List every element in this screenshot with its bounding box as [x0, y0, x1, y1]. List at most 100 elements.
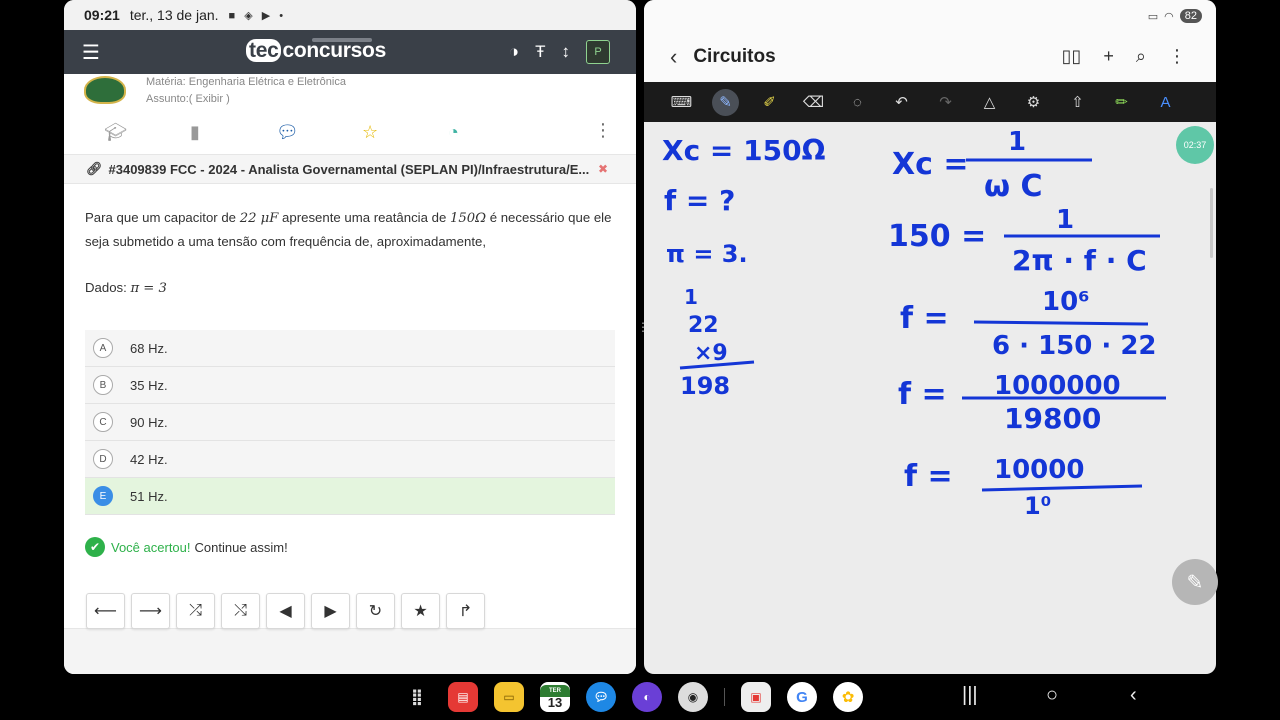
option-d[interactable]: D 42 Hz.: [85, 441, 615, 478]
option-letter: A: [93, 338, 113, 358]
recents-nav-icon[interactable]: |||: [962, 684, 978, 707]
app-browser-icon[interactable]: ◐: [632, 682, 662, 712]
font-size-icon[interactable]: Ŧ: [535, 42, 545, 62]
highlighter-icon[interactable]: ✐: [756, 89, 783, 116]
assunto-text[interactable]: Assunto:( Exibir ): [146, 91, 636, 108]
app-drawer-icon[interactable]: ⣿: [402, 682, 432, 712]
materia-text: Matéria: Engenharia Elétrica e Eletrônic…: [146, 76, 346, 88]
app-photos-pinwheel-icon[interactable]: ✿: [833, 682, 863, 712]
handwriting-canvas[interactable]: Xc = 150Ω f = ? π = 3. 1 22 ×9 198 Xc = …: [644, 122, 1216, 674]
refresh-icon[interactable]: ↻: [356, 593, 395, 629]
close-icon[interactable]: ✖: [598, 162, 608, 176]
redo-icon[interactable]: ↷: [932, 89, 959, 116]
pen-settings-icon[interactable]: ⚙: [1020, 89, 1047, 116]
comments-icon[interactable]: 💬︎: [276, 122, 362, 143]
more-vert-icon[interactable]: ⋮: [594, 120, 612, 141]
chevron-left-icon[interactable]: ‹: [670, 44, 677, 70]
green-marker-icon[interactable]: ✏: [1108, 89, 1135, 116]
add-icon[interactable]: +: [1103, 46, 1114, 67]
app-notes-red-icon[interactable]: ▤: [448, 682, 478, 712]
battery-level: 82: [1179, 9, 1202, 23]
split-screen-divider-handle[interactable]: ⋮: [637, 321, 649, 348]
pen-up-icon[interactable]: ⇧: [1064, 89, 1091, 116]
contrast-icon[interactable]: ◑: [509, 42, 519, 62]
app-google-icon[interactable]: G: [787, 682, 817, 712]
option-a[interactable]: A 68 Hz.: [85, 330, 615, 367]
note-eq4-lhs: f =: [898, 377, 947, 412]
stats-donut-icon[interactable]: ◔: [448, 122, 534, 143]
notes-header: ‹ Circuitos ▯▯ + ⌕ ⋮: [644, 32, 1216, 82]
shape-pen-icon[interactable]: △: [976, 89, 1003, 116]
note-eq5-lhs: f =: [904, 459, 953, 494]
check-circle-icon: ✔: [85, 537, 105, 557]
option-c[interactable]: C 90 Hz.: [85, 404, 615, 441]
next-triangle-icon[interactable]: ▶: [311, 593, 350, 629]
clock: 09:21: [84, 7, 120, 23]
notebook-icon[interactable]: ▮: [190, 122, 276, 143]
previous-triangle-icon[interactable]: ◀: [266, 593, 305, 629]
shuffle-off-icon[interactable]: ⤭: [221, 593, 260, 629]
question-navigation: ⟵ ⟶ ⤮ ⤭ ◀ ▶ ↻ ★ ↱: [86, 593, 485, 629]
question-meta: Matéria: Engenharia Elétrica e Eletrônic…: [64, 74, 636, 110]
wifi-icon: ◠: [1164, 10, 1174, 23]
bottom-strip: [64, 628, 636, 674]
back-nav-icon[interactable]: ‹: [1130, 684, 1137, 707]
lasso-select-icon[interactable]: ◌: [844, 89, 871, 116]
answer-options: A 68 Hz. B 35 Hz. C 90 Hz. D 42 Hz. E 51…: [85, 330, 615, 515]
keyboard-icon[interactable]: ⌨: [668, 89, 695, 116]
home-nav-icon[interactable]: ○: [1046, 684, 1058, 707]
option-letter: D: [93, 449, 113, 469]
option-text: 51 Hz.: [130, 488, 168, 504]
app-messages-icon[interactable]: 💬︎: [586, 682, 616, 712]
option-letter: B: [93, 375, 113, 395]
tecconcursos-logo[interactable]: tec concursos: [246, 39, 386, 63]
note-mult-op: ×9: [694, 341, 728, 366]
text-style-icon[interactable]: A: [1152, 89, 1179, 116]
drawing-toolbar: ⌨ ✎ ✐ ⌫ ◌ ↶ ↷ △ ⚙ ⇧ ✏ A: [644, 82, 1216, 122]
search-icon[interactable]: ⌕: [1136, 46, 1146, 67]
question-body: Para que um capacitor de 22 μF apresente…: [64, 184, 636, 330]
option-text: 90 Hz.: [130, 414, 168, 430]
note-eq5-den: 1⁰: [1024, 492, 1051, 520]
note-eq3-den: 6 · 150 · 22: [992, 331, 1157, 361]
answer-feedback: ✔ Você acertou! Continue assim!: [85, 537, 636, 557]
vertical-resize-icon[interactable]: ↕: [562, 42, 571, 62]
note-f-unknown: f = ?: [664, 184, 735, 217]
link-icon[interactable]: 🔗︎: [86, 161, 103, 177]
star-filled-icon[interactable]: ★: [401, 593, 440, 629]
more-vert-icon[interactable]: ⋮: [1168, 46, 1186, 67]
app-camera-icon[interactable]: ◉: [678, 682, 708, 712]
undo-icon[interactable]: ↶: [888, 89, 915, 116]
option-e-selected-correct[interactable]: E 51 Hz.: [85, 478, 615, 515]
note-pi-given: π = 3.: [666, 240, 748, 268]
taskbar-separator: [724, 688, 725, 706]
feedback-correct: Você acertou!: [111, 539, 191, 555]
note-xc-given: Xc = 150Ω: [662, 134, 826, 167]
app-calendar-icon[interactable]: TER 13: [540, 682, 570, 712]
reactance-value: 150Ω: [449, 211, 487, 226]
eraser-icon[interactable]: ⌫: [800, 89, 827, 116]
book-view-icon[interactable]: ▯▯: [1062, 46, 1082, 67]
app-files-folder-icon[interactable]: ▭: [494, 682, 524, 712]
screen: 09:21 ter., 13 de jan. ■ ◈ ▶ • ☰ tec conc…: [0, 0, 1280, 720]
institution-emblem-icon: [84, 76, 126, 104]
hamburger-menu-icon[interactable]: ☰: [82, 40, 112, 65]
date: ter., 13 de jan.: [129, 7, 219, 23]
arrow-left-icon[interactable]: ⟵: [86, 593, 125, 629]
pen-icon[interactable]: ✎: [712, 88, 739, 116]
app-recent-pair-icon[interactable]: ▣: [741, 682, 771, 712]
profile-badge[interactable]: P: [586, 40, 610, 64]
arrow-right-icon[interactable]: ⟶: [131, 593, 170, 629]
note-eq2-lhs: 150 =: [888, 219, 986, 254]
page-scrollbar[interactable]: [1210, 188, 1213, 258]
option-text: 35 Hz.: [130, 377, 168, 393]
option-b[interactable]: B 35 Hz.: [85, 367, 615, 404]
note-eq2-den: 2π · f · C: [1012, 244, 1147, 277]
shuffle-icon[interactable]: ⤮: [176, 593, 215, 629]
graduation-cap-icon[interactable]: 🎓︎: [104, 122, 190, 143]
right-pane-notes: ▭ ◠ 82 ‹ Circuitos ▯▯ + ⌕ ⋮ ⌨ ✎ ✐ ⌫ ◌ ↶ …: [644, 0, 1216, 674]
star-outline-icon[interactable]: ☆: [362, 122, 448, 143]
option-letter: E: [93, 486, 113, 506]
redo-arrow-icon[interactable]: ↱: [446, 593, 485, 629]
note-eq2-num: 1: [1056, 205, 1074, 235]
